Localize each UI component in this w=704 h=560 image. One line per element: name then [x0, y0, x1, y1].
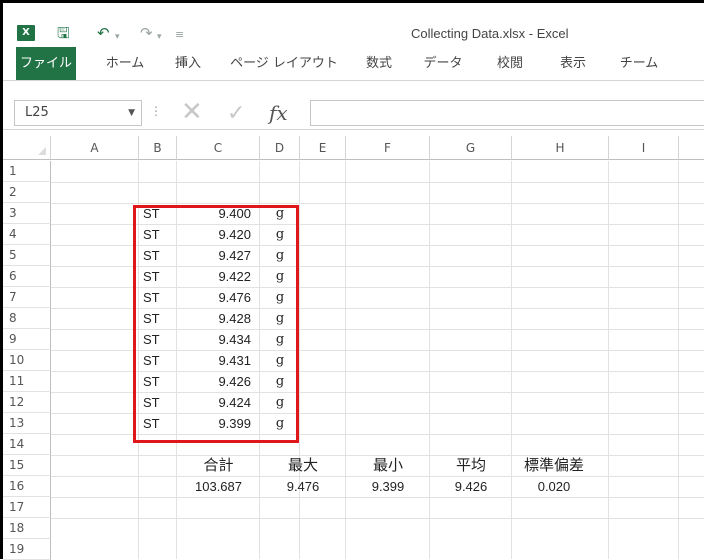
tab-home[interactable]: ホーム	[95, 47, 155, 80]
gridline	[608, 161, 609, 559]
row-header[interactable]: 12	[3, 392, 51, 413]
gridline	[51, 497, 704, 498]
row-header[interactable]: 10	[3, 350, 51, 371]
select-all-icon	[38, 147, 46, 155]
tab-review[interactable]: 校閲	[488, 47, 532, 80]
row-header[interactable]: 15	[3, 455, 51, 476]
cell-h15-stdev-header[interactable]: 標準偏差	[512, 455, 596, 476]
column-header-f[interactable]: F	[346, 136, 430, 160]
cancel-icon[interactable]: ✕	[181, 97, 203, 127]
undo-dropdown-icon[interactable]: ▾	[115, 27, 120, 47]
cell-d15-max-header[interactable]: 最大	[260, 455, 346, 476]
cell-d16-max[interactable]: 9.476	[260, 476, 346, 497]
row-header[interactable]: 8	[3, 308, 51, 329]
name-box-value: L25	[25, 105, 49, 120]
row-header[interactable]: 11	[3, 371, 51, 392]
gridline	[51, 518, 704, 519]
tab-data[interactable]: データ	[414, 47, 472, 80]
row-header[interactable]: 18	[3, 518, 51, 539]
row-header[interactable]: 7	[3, 287, 51, 308]
gridline	[345, 161, 346, 559]
row-header[interactable]: 13	[3, 413, 51, 434]
row-header[interactable]: 16	[3, 476, 51, 497]
column-header-g[interactable]: G	[430, 136, 512, 160]
cell-g16-avg[interactable]: 9.426	[430, 476, 512, 497]
select-all-corner[interactable]	[3, 136, 51, 160]
row-header[interactable]: 9	[3, 329, 51, 350]
row-header[interactable]: 14	[3, 434, 51, 455]
row-header[interactable]: 6	[3, 266, 51, 287]
cell-h16-stdev[interactable]: 0.020	[512, 476, 596, 497]
gridline	[511, 161, 512, 559]
enter-check-icon[interactable]: ✓	[227, 100, 245, 128]
formula-bar: L25 ▼ ⋮ ✕ ✓ fx	[3, 96, 704, 130]
gridline	[429, 161, 430, 559]
formula-bar-grip-icon[interactable]: ⋮	[150, 104, 162, 118]
column-header-a[interactable]: A	[51, 136, 139, 160]
row-header[interactable]: 1	[3, 161, 51, 182]
row-header[interactable]: 17	[3, 497, 51, 518]
tab-page-layout[interactable]: ページ レイアウト	[225, 47, 343, 80]
ribbon-tabs: ファイル ホーム 挿入 ページ レイアウト 数式 データ 校閲 表示 チーム	[3, 47, 704, 81]
column-header-i[interactable]: I	[609, 136, 679, 160]
redo-icon[interactable]: ↷	[140, 23, 153, 43]
column-header-j[interactable]	[679, 136, 704, 160]
tab-view[interactable]: 表示	[550, 47, 596, 80]
gridline	[51, 182, 704, 183]
cell-f16-min[interactable]: 9.399	[346, 476, 430, 497]
gridline	[678, 161, 679, 559]
formula-input[interactable]	[310, 100, 704, 126]
cell-c16-total[interactable]: 103.687	[177, 476, 260, 497]
worksheet-grid[interactable]: A B C D E F G H I 1 2 3 4 5 6 7 8 9 10 1…	[3, 136, 704, 560]
row-header[interactable]: 4	[3, 224, 51, 245]
column-header-e[interactable]: E	[300, 136, 346, 160]
column-header-b[interactable]: B	[139, 136, 177, 160]
cell-f15-min-header[interactable]: 最小	[346, 455, 430, 476]
row-header[interactable]: 5	[3, 245, 51, 266]
tab-formulas[interactable]: 数式	[357, 47, 401, 80]
undo-icon[interactable]: ↶	[97, 23, 110, 43]
column-header-h[interactable]: H	[512, 136, 609, 160]
column-header-c[interactable]: C	[177, 136, 260, 160]
highlight-box	[133, 205, 299, 443]
window-title: Collecting Data.xlsx - Excel	[411, 26, 569, 41]
row-header[interactable]: 2	[3, 182, 51, 203]
tab-insert[interactable]: 挿入	[166, 47, 210, 80]
excel-logo-icon: X	[17, 25, 35, 41]
tab-file[interactable]: ファイル	[16, 47, 76, 80]
insert-function-icon[interactable]: fx	[269, 100, 288, 126]
tab-team[interactable]: チーム	[611, 47, 667, 80]
row-header[interactable]: 19	[3, 539, 51, 560]
name-box[interactable]: L25 ▼	[14, 100, 142, 126]
row-header[interactable]: 3	[3, 203, 51, 224]
cell-g15-avg-header[interactable]: 平均	[430, 455, 512, 476]
ribbon-collapsed-area	[3, 82, 704, 96]
title-bar: X 🖫 ↶ ▾ ↷ ▾ ≡ Collecting Data.xlsx - Exc…	[3, 3, 704, 47]
cell-c15-total-header[interactable]: 合計	[177, 455, 260, 476]
customize-qat-icon[interactable]: ≡	[175, 25, 184, 45]
redo-dropdown-icon[interactable]: ▾	[157, 27, 162, 47]
save-icon[interactable]: 🖫	[57, 23, 70, 43]
chevron-down-icon[interactable]: ▼	[128, 101, 135, 125]
column-header-d[interactable]: D	[260, 136, 300, 160]
